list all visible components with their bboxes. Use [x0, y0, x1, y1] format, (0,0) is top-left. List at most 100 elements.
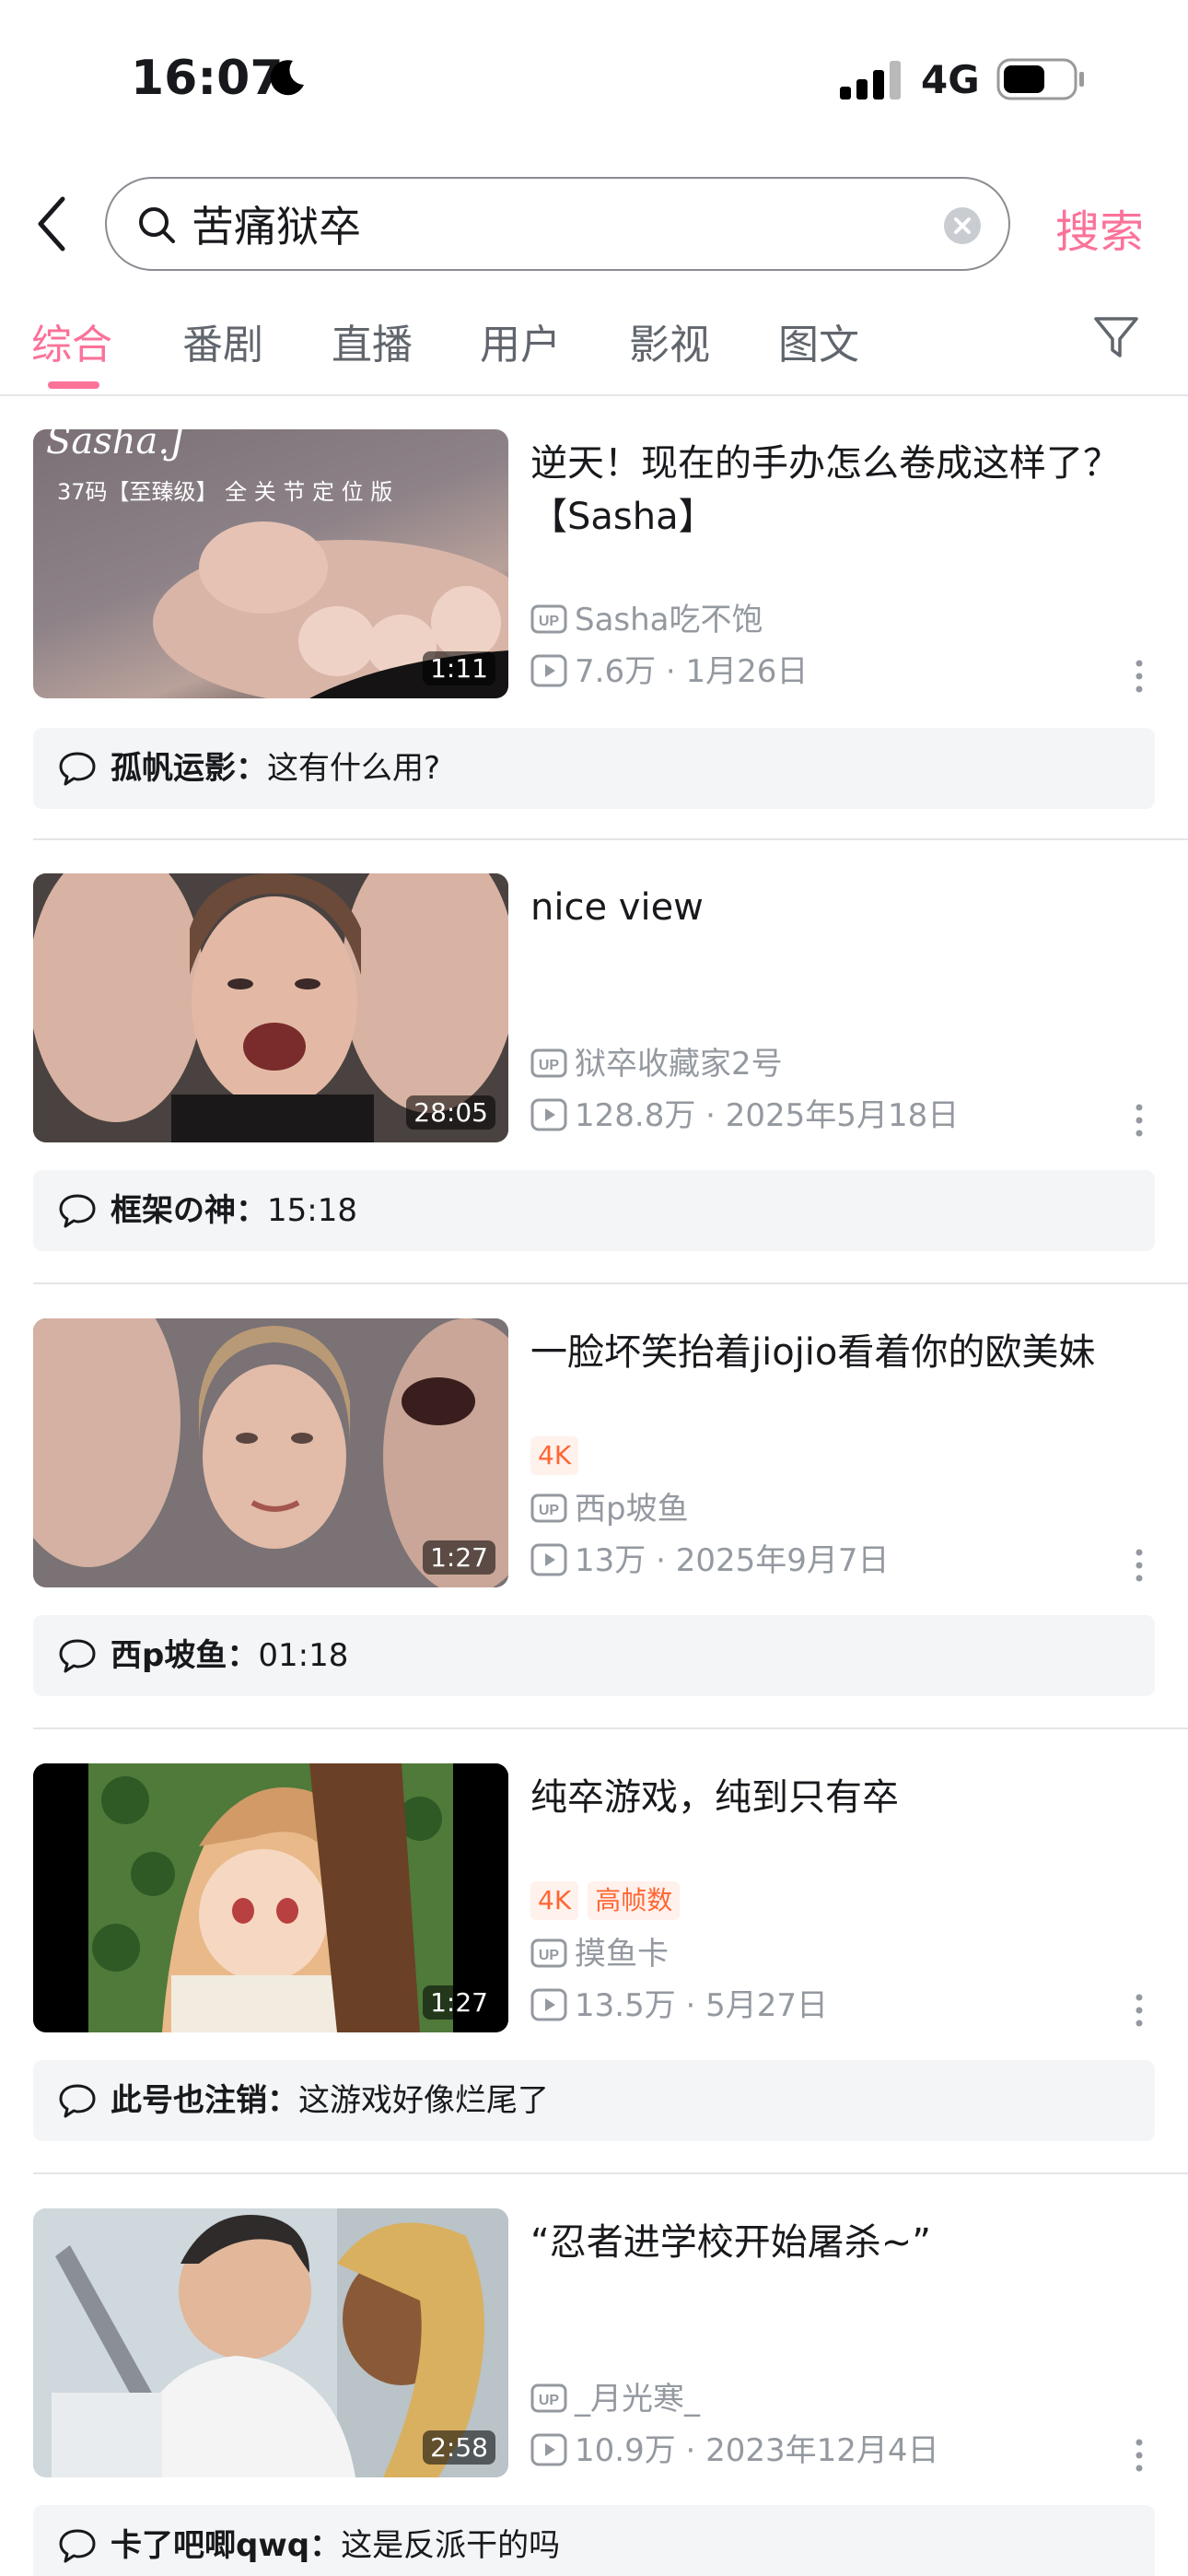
svg-text:UP: UP [539, 2393, 560, 2408]
uploader-name: 摸鱼卡 [575, 1936, 669, 1973]
video-thumbnail[interactable]: 2:58 [33, 2208, 508, 2477]
video-result-item[interactable]: 28:05 nice view UP 狱卒收藏家2号 128.8万 · 2025年… [0, 873, 1188, 1319]
more-options-icon[interactable] [1135, 2437, 1144, 2474]
featured-comment[interactable]: 西p坡鱼：01:18 [33, 1615, 1155, 1696]
up-badge-icon: UP [530, 1493, 567, 1522]
search-input[interactable] [192, 192, 910, 256]
video-result-item[interactable]: Sasha.J 37码【至臻级】 全 关 节 定 位 版 1:11 逆天！现在的… [0, 429, 1188, 875]
comment-text: 西p坡鱼：01:18 [111, 1633, 348, 1678]
moon-icon [270, 60, 304, 96]
uploader-row[interactable]: UP 西p坡鱼 [530, 1486, 689, 1532]
video-thumbnail[interactable]: 1:27 [33, 1318, 508, 1587]
video-title[interactable]: nice view [530, 881, 1157, 934]
uploader-row[interactable]: UP 摸鱼卡 [530, 1931, 669, 1977]
svg-text:UP: UP [539, 1058, 560, 1073]
comment-body: 15:18 [267, 1192, 357, 1229]
comment-user: 卡了吧唧qwq： [111, 2527, 342, 2564]
video-title[interactable]: 一脸坏笑抬着jiojio看着你的欧美妹 [530, 1326, 1157, 1379]
more-options-icon[interactable] [1135, 1102, 1144, 1139]
video-result-item[interactable]: 2:58 “忍者进学校开始屠杀~” UP _月光寒_ 10.9万 · 2023年1… [0, 2208, 1188, 2576]
play-count-icon [530, 654, 567, 686]
meta-separator: · [675, 2432, 706, 2469]
upload-date: 2025年9月7日 [675, 1542, 890, 1579]
item-divider [33, 1282, 1188, 1284]
video-title[interactable]: 纯卒游戏，纯到只有卒 [530, 1771, 1157, 1824]
status-time: 16:07 [131, 51, 284, 106]
tab-live[interactable]: 直播 [332, 311, 413, 370]
up-badge-icon: UP [530, 2383, 567, 2412]
uploader-row[interactable]: UP _月光寒_ [530, 2376, 700, 2422]
meta-separator: · [675, 1987, 706, 2024]
meta-separator: · [646, 1542, 676, 1579]
comment-user: 此号也注销： [111, 2082, 298, 2119]
video-thumbnail[interactable]: 28:05 [33, 873, 508, 1142]
item-divider [33, 1727, 1188, 1729]
uploader-row[interactable]: UP Sasha吃不饱 [530, 597, 763, 643]
featured-comment[interactable]: 卡了吧唧qwq：这是反派干的吗 [33, 2505, 1155, 2576]
view-count: 13.5万 [575, 1987, 676, 2024]
video-title[interactable]: “忍者进学校开始屠杀~” [530, 2216, 1157, 2269]
more-options-icon[interactable] [1135, 658, 1144, 695]
upload-date: 1月26日 [685, 653, 809, 690]
uploader-name: 西p坡鱼 [575, 1491, 689, 1528]
tab-articles[interactable]: 图文 [778, 311, 859, 370]
search-button[interactable]: 搜索 [1055, 195, 1144, 260]
tag-row: 4K [530, 1436, 588, 1477]
framerate-tag: 高帧数 [588, 1881, 681, 1920]
comment-body: 这游戏好像烂尾了 [298, 2082, 549, 2119]
tab-all[interactable]: 综合 [31, 311, 112, 370]
tab-users[interactable]: 用户 [480, 311, 561, 370]
comment-body: 这有什么用? [267, 750, 441, 787]
meta-separator: · [656, 653, 686, 690]
upload-date: 5月27日 [705, 1987, 829, 2024]
video-result-item[interactable]: 1:27 一脸坏笑抬着jiojio看着你的欧美妹 4K UP 西p坡鱼 13万 ·… [0, 1318, 1188, 1764]
uploader-name: Sasha吃不饱 [575, 602, 763, 638]
tab-film[interactable]: 影视 [629, 311, 710, 370]
stats-row: 13万 · 2025年9月7日 [530, 1538, 890, 1584]
featured-comment[interactable]: 框架の神：15:18 [33, 1170, 1155, 1251]
more-options-icon[interactable] [1135, 1992, 1144, 2029]
stats-row: 10.9万 · 2023年12月4日 [530, 2428, 939, 2474]
upload-date: 2025年5月18日 [725, 1097, 960, 1134]
video-thumbnail[interactable]: 1:27 [33, 1763, 508, 2032]
comment-icon [59, 2084, 96, 2118]
item-divider [33, 838, 1188, 840]
status-bar: 16:07 4G [0, 0, 1188, 157]
video-duration: 1:27 [423, 1985, 495, 2020]
filter-icon[interactable] [1092, 313, 1140, 361]
play-count-icon [530, 1543, 567, 1575]
comment-text: 此号也注销：这游戏好像烂尾了 [111, 2078, 549, 2123]
up-badge-icon: UP [530, 604, 567, 633]
play-count-icon [530, 1098, 567, 1130]
comment-user: 孤帆运影： [111, 750, 267, 787]
thumbnail-caption: Sasha.J [46, 429, 185, 463]
more-options-icon[interactable] [1135, 1547, 1144, 1584]
battery-icon [996, 58, 1084, 100]
upload-date: 2023年12月4日 [705, 2432, 939, 2469]
tag-row: 4K 高帧数 [530, 1881, 689, 1922]
clear-icon[interactable] [944, 207, 981, 244]
quality-tag: 4K [530, 1436, 579, 1475]
quality-tag: 4K [530, 1881, 579, 1920]
svg-text:UP: UP [539, 1948, 560, 1963]
svg-text:UP: UP [539, 614, 560, 629]
up-badge-icon: UP [530, 1938, 567, 1967]
item-divider [33, 2172, 1188, 2174]
comment-text: 孤帆运影：这有什么用? [111, 746, 440, 790]
comment-text: 卡了吧唧qwq：这是反派干的吗 [111, 2523, 560, 2568]
back-arrow-icon[interactable] [31, 193, 74, 254]
uploader-name: 狱卒收藏家2号 [575, 1046, 783, 1083]
featured-comment[interactable]: 此号也注销：这游戏好像烂尾了 [33, 2060, 1155, 2141]
featured-comment[interactable]: 孤帆运影：这有什么用? [33, 728, 1155, 809]
search-box[interactable] [105, 177, 1010, 271]
video-title[interactable]: 逆天！现在的手办怎么卷成这样了？【Sasha】 [530, 437, 1157, 544]
video-thumbnail[interactable]: Sasha.J 37码【至臻级】 全 关 节 定 位 版 1:11 [33, 429, 508, 698]
view-count: 13万 [575, 1542, 646, 1579]
video-result-item[interactable]: 1:27 纯卒游戏，纯到只有卒 4K 高帧数 UP 摸鱼卡 13.5万 · 5月27… [0, 1763, 1188, 2209]
comment-user: 西p坡鱼： [111, 1637, 259, 1674]
comment-body: 这是反派干的吗 [341, 2527, 561, 2564]
video-duration: 28:05 [406, 1095, 495, 1130]
uploader-row[interactable]: UP 狱卒收藏家2号 [530, 1041, 783, 1087]
svg-text:UP: UP [539, 1503, 560, 1518]
tab-anime[interactable]: 番剧 [182, 311, 263, 370]
